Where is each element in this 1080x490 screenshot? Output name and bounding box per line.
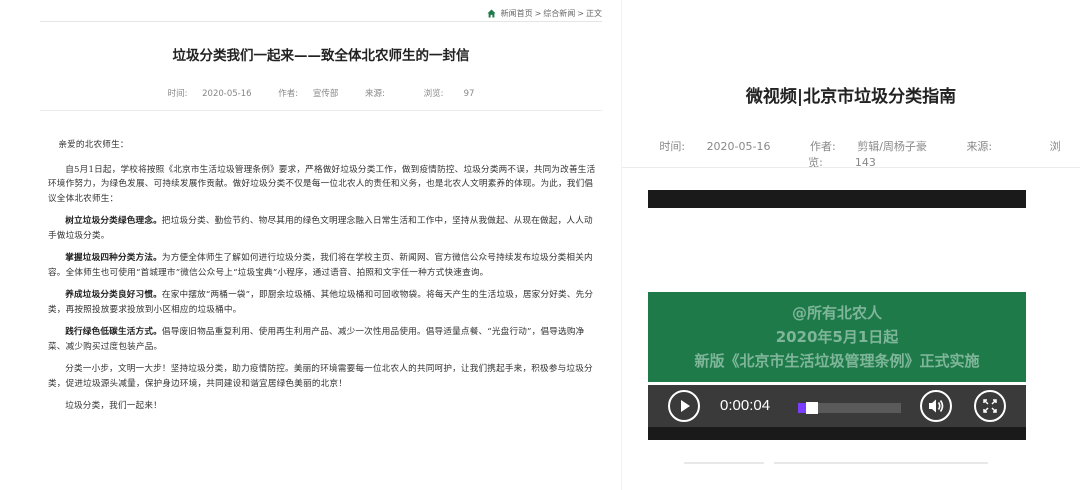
paragraph-intro: 自5月1日起，学校将按照《北京市生活垃圾管理条例》要求，严格做好垃圾分类工作，做…	[48, 164, 596, 204]
meta-views: 浏览: 97	[423, 89, 475, 99]
fullscreen-button[interactable]	[974, 390, 1006, 422]
volume-icon	[929, 399, 944, 413]
play-icon	[681, 400, 690, 412]
paragraph-2: 掌握垃圾四种分类方法。为方便全体师生了解如何进行垃圾分类，我们将在学校主页、新闻…	[48, 253, 593, 278]
play-button[interactable]	[668, 390, 700, 422]
video-page: 微视频|北京市垃圾分类指南 时间: 2020-05-16 作者: 剪辑/周杨子豪…	[622, 0, 1080, 490]
home-icon[interactable]	[487, 9, 496, 18]
meta-author-value: 剪辑/周杨子豪	[857, 140, 927, 153]
meta-time-value: 2020-05-16	[202, 89, 252, 99]
meta-time-value: 2020-05-16	[706, 140, 771, 153]
meta-divider	[622, 167, 1080, 168]
paragraph-3: 养成垃圾分类良好习惯。在家中摆放“两桶一袋”，即厨余垃圾桶、其他垃圾桶和可回收物…	[48, 290, 594, 315]
paragraph-1: 树立垃圾分类绿色理念。把垃圾分类、勤俭节约、物尽其用的绿色文明理念融入日常生活和…	[48, 216, 593, 241]
meta-views-value: 97	[463, 89, 475, 99]
meta-source: 来源:	[966, 140, 993, 153]
video-meta: 时间: 2020-05-16 作者: 剪辑/周杨子豪 来源: 浏览: 143	[622, 138, 1080, 170]
paragraph-1-heading: 树立垃圾分类绿色理念。	[65, 216, 162, 226]
header-divider	[40, 21, 602, 22]
progress-bar[interactable]	[798, 402, 901, 414]
meta-time: 时间: 2020-05-16	[167, 89, 252, 99]
meta-divider	[40, 110, 602, 111]
paragraph-4-heading: 践行绿色低碳生活方式。	[65, 327, 162, 337]
video-title: 微视频|北京市垃圾分类指南	[745, 87, 957, 107]
meta-time: 时间: 2020-05-16	[659, 140, 771, 153]
article-body: 亲爱的北农师生： 自5月1日起，学校将按照《北京市生活垃圾管理条例》要求，严格做…	[48, 138, 598, 422]
article-title: 垃圾分类我们一起来——致全体北农师生的一封信	[172, 48, 470, 64]
meta-author: 作者: 宣传部	[278, 89, 339, 99]
article-page: 新闻首页 > 综合新闻 > 正文 垃圾分类我们一起来——致全体北农师生的一封信 …	[0, 0, 620, 490]
paragraph-slogan: 垃圾分类，我们一起来！	[65, 401, 162, 411]
meta-source: 来源:	[365, 89, 385, 99]
article-meta: 时间: 2020-05-16 作者: 宣传部 来源: 浏览: 97	[40, 87, 602, 99]
video-player[interactable]: @所有北农人 2020年5月1日起 新版《北京市生活垃圾管理条例》正式实施 0:…	[648, 190, 1026, 440]
paragraph-4: 践行绿色低碳生活方式。倡导废旧物品重复利用、使用再生利用产品、减少一次性用品使用…	[48, 327, 585, 352]
breadcrumb-current: 正文	[586, 9, 602, 18]
progress-fill	[798, 403, 806, 413]
current-time: 0:00:04	[720, 397, 771, 414]
banner-line-3: 新版《北京市生活垃圾管理条例》正式实施	[694, 352, 980, 370]
below-player-line	[684, 462, 764, 464]
breadcrumb-home[interactable]: 新闻首页	[501, 8, 533, 19]
breadcrumb-separator: >	[577, 9, 584, 18]
greeting: 亲爱的北农师生：	[58, 140, 129, 150]
meta-author-value: 宣传部	[312, 89, 339, 99]
paragraph-3-heading: 养成垃圾分类良好习惯。	[65, 290, 162, 300]
banner-line-1: @所有北农人	[791, 304, 882, 322]
paragraph-closing: 分类一小步，文明一大步！坚持垃圾分类，助力疫情防控。美丽的环境需要每一位北农人的…	[48, 364, 593, 389]
progress-handle[interactable]	[806, 402, 818, 414]
volume-button[interactable]	[920, 390, 952, 422]
meta-author: 作者: 剪辑/周杨子豪	[810, 140, 927, 153]
player-controls: 0:00:04	[648, 385, 1026, 427]
breadcrumb: 新闻首页 > 综合新闻 > 正文	[487, 8, 602, 19]
fullscreen-icon	[983, 399, 997, 413]
below-player-line	[774, 462, 988, 464]
banner-line-2: 2020年5月1日起	[775, 328, 899, 346]
video-frame[interactable]: @所有北农人 2020年5月1日起 新版《北京市生活垃圾管理条例》正式实施	[648, 208, 1026, 403]
breadcrumb-separator: >	[534, 9, 542, 18]
paragraph-2-heading: 掌握垃圾四种分类方法。	[65, 253, 162, 263]
breadcrumb-news[interactable]: 综合新闻	[543, 8, 575, 19]
video-banner: @所有北农人 2020年5月1日起 新版《北京市生活垃圾管理条例》正式实施	[648, 292, 1026, 382]
